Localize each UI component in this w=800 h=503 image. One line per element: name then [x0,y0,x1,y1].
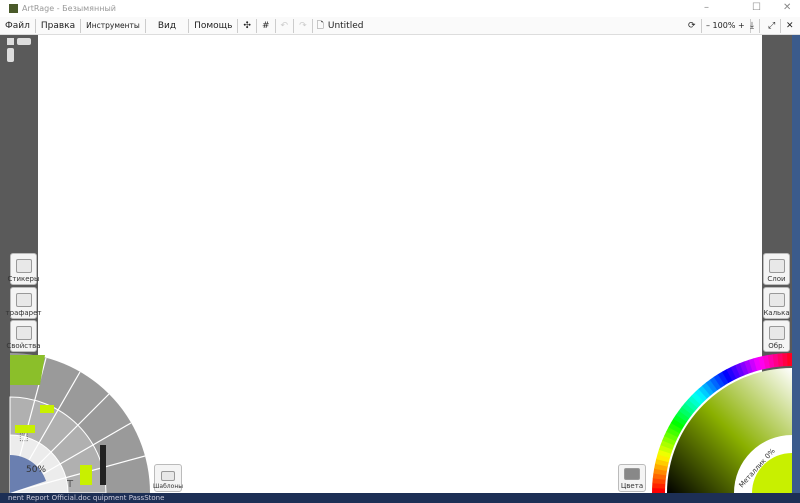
colors-button[interactable]: Цвета [618,464,646,492]
tracing-icon [768,293,785,307]
close-doc-icon[interactable]: ✕ [781,19,799,33]
minimize-button[interactable]: – [704,2,709,13]
slider-toggle-icon[interactable] [17,38,31,45]
zoom-control[interactable]: – 100% + [701,18,751,33]
swatches-icon [624,468,640,480]
layers-button[interactable]: Слои [763,253,790,285]
selection-tool-icon[interactable]: ⬚ [19,432,28,443]
taskbar: nent Report Official.doc quipment PassSt… [0,493,800,503]
vertical-slider-icon[interactable] [7,48,14,62]
color-picker[interactable]: Металлик 0% [650,350,792,493]
maximize-button[interactable]: ☐ [752,2,761,13]
hue-segment[interactable] [787,353,792,367]
redo-icon[interactable]: ↷ [294,18,313,33]
presets-label: Шаблоны [153,483,183,490]
desktop-edge [792,35,800,493]
app-icon [9,4,18,13]
pin-icon [768,326,785,340]
menu-help[interactable]: Помощь [189,18,239,33]
eraser-icon[interactable] [40,405,54,413]
reference-button[interactable]: Обр. [763,320,790,352]
layer-icon [768,259,785,273]
hue-segment[interactable] [782,353,789,367]
stickers-button[interactable]: Стикеры [7,253,40,285]
sliders-icon [15,326,32,340]
undo-icon[interactable]: ↶ [276,18,295,33]
menu-file[interactable]: Файл [0,18,36,33]
tool-picker-wheel[interactable]: 50% ⬚ T [0,345,160,495]
stencil-button[interactable]: трафарет [6,287,41,319]
fullscreen-icon[interactable]: ⤢ [763,18,782,33]
presets-button[interactable]: Шаблоны [153,464,183,492]
stencil-icon [15,293,32,307]
stickers-label: Стикеры [7,275,40,283]
selected-brush-icon[interactable] [10,355,45,385]
menu-edit[interactable]: Правка [36,18,82,33]
colors-label: Цвета [620,482,644,490]
layers-label: Слои [767,275,786,283]
menu-bar: Файл Правка Инструменты Вид Помощь ✣ # ↶… [0,17,800,35]
grid-icon[interactable]: # [257,18,276,33]
transform-icon[interactable]: ✣ [238,18,257,33]
close-button[interactable]: ✕ [783,2,791,13]
text-tool-icon[interactable]: T [66,479,74,490]
marker-icon[interactable] [100,445,106,485]
tracing-label: Калька [763,309,790,317]
title-bar: ArtRage - Безымянный – ☐ ✕ [0,0,800,17]
folder-icon [161,471,175,481]
sticker-icon [15,259,32,273]
menu-tools[interactable]: Инструменты [81,18,146,33]
brush-size-label: 50% [26,465,46,475]
menu-view[interactable]: Вид [146,18,190,33]
tracing-button[interactable]: Калька [763,287,790,319]
window-title: ArtRage - Безымянный [22,4,116,13]
settings-icon[interactable] [7,38,14,45]
document-title: Untitled [327,20,364,31]
download-icon[interactable]: ⤓ [745,18,760,33]
bucket-icon[interactable] [80,465,92,485]
reference-label: Обр. [768,342,785,350]
document-icon: 🗋 [316,20,324,31]
stencil-label: трафарет [5,309,42,317]
rotate-icon[interactable]: ⟳ [683,18,702,33]
